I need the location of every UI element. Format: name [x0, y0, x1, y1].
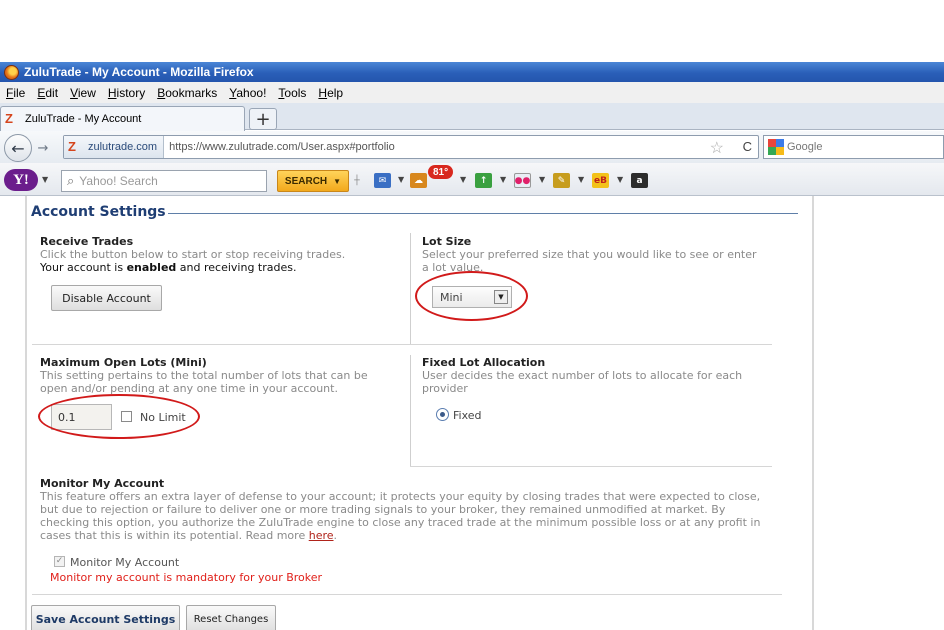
firefox-icon [4, 64, 19, 80]
monitor-desc-line1: This feature offers an extra layer of de… [40, 490, 761, 503]
window-titlebar: ZuluTrade - My Account - Mozilla Firefox [0, 62, 944, 82]
navigation-bar: ← → Z zulutrade.com https://www.zulutrad… [0, 131, 944, 163]
monitor-checkbox-label: Monitor My Account [70, 556, 180, 569]
weather-badge: 81° [428, 165, 454, 179]
yahoo-search-button[interactable]: SEARCH ▼ [277, 170, 349, 192]
menu-bookmarks[interactable]: Bookmarks [157, 86, 217, 100]
lot-size-desc-line1: Select your preferred size that you woul… [422, 248, 757, 261]
weather-icon[interactable]: ☁ [410, 173, 427, 188]
site-identity-button[interactable]: Z zulutrade.com [64, 136, 165, 158]
reload-icon[interactable]: C [743, 139, 752, 154]
yahoo-search-input[interactable]: ⌕ Yahoo! Search [61, 170, 267, 192]
section-title-rule [168, 213, 798, 214]
amazon-icon[interactable]: a [631, 173, 648, 188]
column-divider [410, 355, 411, 466]
separator-icon: ┼ [354, 175, 360, 186]
zulutrade-icon: Z [5, 111, 13, 126]
menu-view[interactable]: View [70, 86, 96, 100]
new-tab-button[interactable]: + [249, 108, 277, 130]
yahoo-toolbar: Y! ▼ ⌕ Yahoo! Search SEARCH ▼ ┼ ✉ ▼ ☁ 81… [0, 163, 944, 196]
read-more-link[interactable]: here [309, 529, 334, 542]
search-placeholder: Google [787, 141, 823, 153]
save-account-settings-button[interactable]: Save Account Settings [31, 605, 180, 630]
search-box[interactable]: Google [763, 135, 944, 159]
menu-edit[interactable]: Edit [37, 86, 58, 100]
yahoo-search-button-label: SEARCH [284, 175, 328, 187]
zulutrade-icon: Z [68, 139, 76, 154]
chevron-down-icon[interactable]: ▼ [539, 175, 545, 184]
bookmark-star-icon[interactable]: ☆ [710, 138, 724, 158]
back-button[interactable]: ← [4, 134, 32, 162]
row-divider [32, 344, 772, 345]
monitor-checkbox[interactable]: ✓ [54, 556, 65, 567]
account-status-text: Your account is enabled and receiving tr… [40, 261, 297, 274]
menu-file[interactable]: File [6, 86, 25, 100]
fixed-radio[interactable] [436, 408, 449, 421]
menu-yahoo[interactable]: Yahoo! [229, 86, 266, 100]
yahoo-logo-icon[interactable]: Y! [4, 169, 38, 191]
chevron-down-icon[interactable]: ▼ [460, 175, 466, 184]
tab-zulutrade[interactable]: Z ZuluTrade - My Account [0, 106, 245, 131]
monitor-desc-line3: checking this option, you authorize the … [40, 516, 761, 529]
monitor-header: Monitor My Account [40, 477, 165, 490]
reset-changes-button[interactable]: Reset Changes [186, 605, 276, 630]
chevron-down-icon[interactable]: ▼ [500, 175, 506, 184]
tab-strip: Z ZuluTrade - My Account + [0, 103, 944, 131]
games-icon[interactable]: ✎ [553, 173, 570, 188]
menu-bar: File Edit View History Bookmarks Yahoo! … [0, 82, 944, 103]
fixed-lot-header: Fixed Lot Allocation [422, 356, 546, 369]
row-divider [32, 594, 782, 595]
menu-help[interactable]: Help [318, 86, 343, 100]
address-bar[interactable]: Z zulutrade.com https://www.zulutrade.co… [63, 135, 759, 159]
receive-trades-desc: Click the button below to start or stop … [40, 248, 346, 261]
annotation-circle-max-lots [38, 394, 200, 439]
max-open-lots-header: Maximum Open Lots (Mini) [40, 356, 207, 369]
chevron-down-icon[interactable]: ▼ [398, 175, 404, 184]
lot-size-header: Lot Size [422, 235, 472, 248]
receive-trades-header: Receive Trades [40, 235, 134, 248]
max-open-lots-desc-line2: open and/or pending at any one time in y… [40, 382, 338, 395]
row-divider [410, 466, 772, 467]
fixed-radio-label: Fixed [453, 409, 482, 422]
google-icon [768, 139, 784, 155]
monitor-desc-line4: cases that this is within its potential.… [40, 529, 338, 542]
forward-button[interactable]: → [33, 139, 53, 157]
finance-icon[interactable]: ↑ [475, 173, 492, 188]
monitor-desc-line2: but due to rejection or failure to deliv… [40, 503, 726, 516]
window-title: ZuluTrade - My Account - Mozilla Firefox [24, 65, 254, 79]
max-open-lots-desc-line1: This setting pertains to the total numbe… [40, 369, 368, 382]
section-title: Account Settings [31, 204, 166, 220]
chevron-down-icon[interactable]: ▼ [578, 175, 584, 184]
tab-label: ZuluTrade - My Account [25, 113, 142, 125]
search-icon: ⌕ [67, 173, 75, 188]
monitor-warning: Monitor my account is mandatory for your… [50, 571, 323, 584]
menu-history[interactable]: History [108, 86, 145, 100]
url-text: https://www.zulutrade.com/User.aspx#port… [169, 141, 395, 153]
site-identity-label: zulutrade.com [88, 141, 158, 153]
column-divider [410, 233, 411, 344]
chevron-down-icon[interactable]: ▼ [42, 175, 48, 184]
disable-account-button[interactable]: Disable Account [51, 285, 162, 311]
chevron-down-icon: ▼ [333, 176, 342, 186]
chevron-down-icon[interactable]: ▼ [617, 175, 623, 184]
yahoo-search-placeholder: Yahoo! Search [79, 174, 158, 188]
fixed-lot-desc-line1: User decides the exact number of lots to… [422, 369, 743, 382]
mail-icon[interactable]: ✉ [374, 173, 391, 188]
flickr-icon[interactable]: ●● [514, 173, 531, 188]
menu-tools[interactable]: Tools [278, 86, 306, 100]
fixed-lot-desc-line2: provider [422, 382, 468, 395]
annotation-circle-lot-size [415, 271, 528, 321]
ebay-icon[interactable]: eB [592, 173, 609, 188]
